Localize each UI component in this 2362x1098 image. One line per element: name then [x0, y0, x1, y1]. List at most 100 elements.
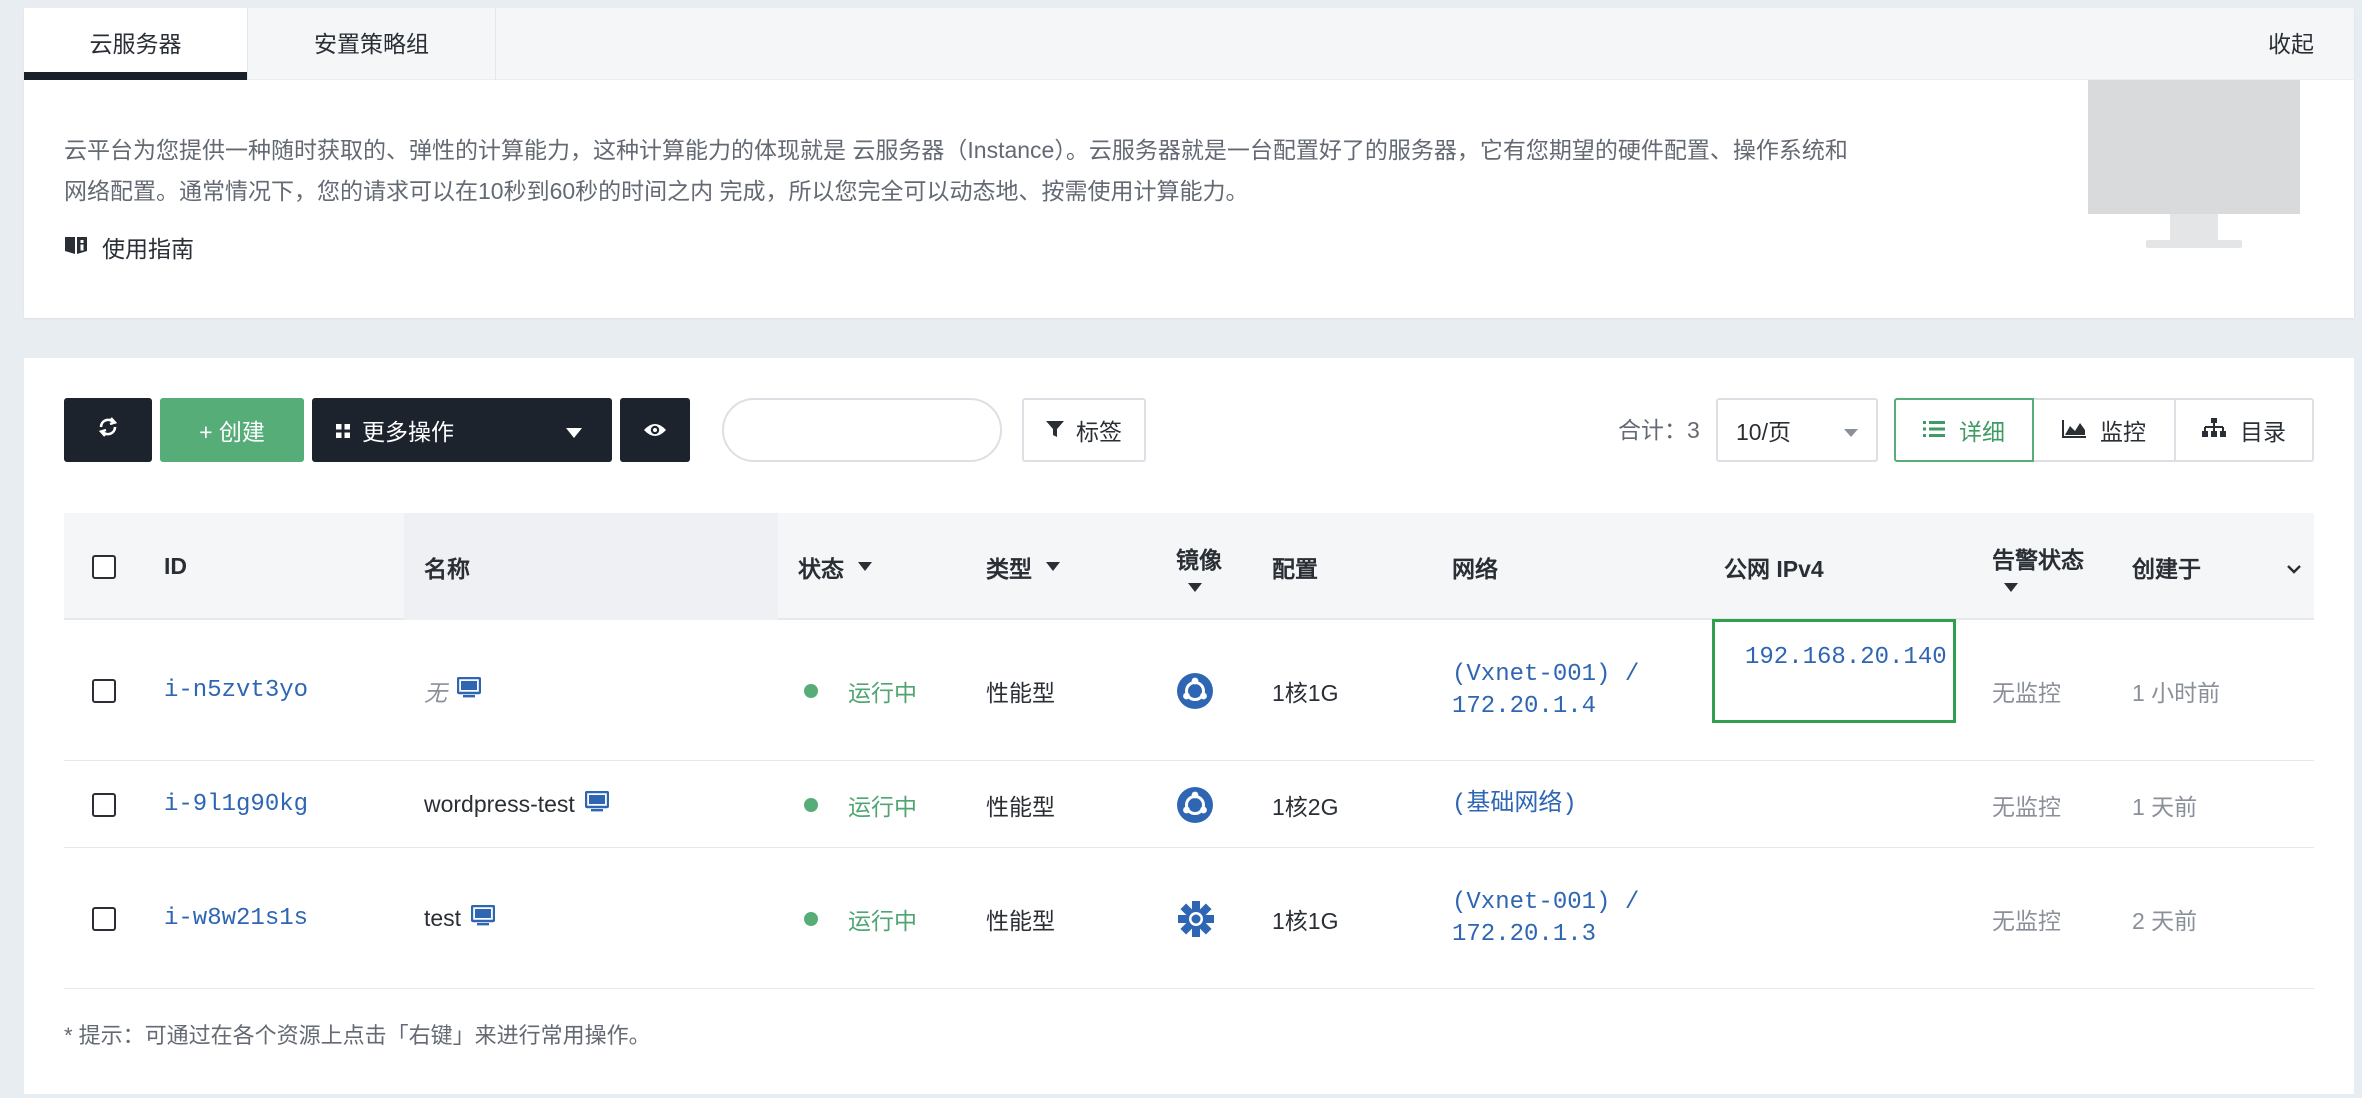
header-alert-status[interactable]: 告警状态 — [1992, 513, 2084, 620]
refresh-icon — [97, 416, 119, 444]
view-directory-label: 目录 — [2240, 419, 2286, 445]
header-id: ID — [164, 553, 187, 579]
context-menu-hint: * 提示：可通过在各个资源上点击「右键」来进行常用操作。 — [64, 1023, 651, 1048]
config-cell: 1核1G — [1272, 679, 1339, 706]
alert-status-cell: 无监控 — [1992, 793, 2061, 820]
filter-icon — [1046, 417, 1064, 444]
console-icon[interactable] — [456, 676, 482, 705]
public-ip-link[interactable]: 192.168.20.140 — [1712, 619, 1956, 723]
header-name[interactable]: 名称 — [404, 513, 778, 620]
intro-panel: 云服务器 安置策略组 收起 云平台为您提供一种随时获取的、弹性的计算能力，这种计… — [24, 8, 2354, 318]
view-monitor-button[interactable]: 监控 — [2032, 398, 2176, 462]
create-button[interactable]: + 创建 — [160, 398, 304, 462]
instance-name: 无 — [424, 679, 447, 706]
tag-filter-button[interactable]: 标签 — [1022, 398, 1146, 462]
instance-id-link[interactable]: i-9l1g90kg — [164, 762, 308, 847]
ubuntu-icon — [1176, 621, 1214, 760]
table-row[interactable]: i-n5zvt3yo 无 运行中 性能型 1核1G (Vxnet-001) / … — [64, 619, 2314, 761]
header-network: 网络 — [1452, 555, 1498, 582]
header-image[interactable]: 镜像 — [1176, 513, 1222, 620]
console-icon[interactable] — [584, 790, 610, 819]
chevron-down-icon — [2286, 553, 2302, 580]
page-size-select[interactable]: 10/页 — [1716, 398, 1878, 462]
page-size-value: 10/页 — [1736, 419, 1791, 445]
column-menu-button[interactable] — [2286, 513, 2302, 620]
header-config: 配置 — [1272, 555, 1318, 582]
alert-status-cell: 无监控 — [1992, 679, 2061, 706]
header-image-label: 镜像 — [1176, 547, 1222, 573]
status-text: 运行中 — [848, 679, 917, 706]
network-line-1: (基础网络) — [1452, 790, 1577, 818]
view-detail-label: 详细 — [1959, 419, 2005, 445]
more-actions-dropdown[interactable]: 更多操作 — [312, 398, 612, 462]
ubuntu-icon — [1176, 762, 1214, 847]
header-alert-label: 告警状态 — [1992, 547, 2084, 573]
intro-description: 云平台为您提供一种随时获取的、弹性的计算能力，这种计算能力的体现就是 云服务器（… — [64, 130, 1984, 212]
chevron-down-icon — [1844, 417, 1858, 444]
row-checkbox-cell — [92, 762, 116, 847]
network-line-1: (Vxnet-001) / — [1452, 888, 1640, 916]
network-link[interactable]: (基础网络) — [1452, 762, 1577, 847]
status-cell: 运行中 — [804, 762, 917, 847]
row-checkbox-cell — [92, 849, 116, 988]
caret-down-icon — [2004, 583, 2018, 592]
user-guide-label: 使用指南 — [102, 236, 194, 262]
network-link[interactable]: (Vxnet-001) / 172.20.1.4 — [1452, 621, 1639, 760]
status-dot-icon — [804, 911, 818, 926]
row-checkbox[interactable] — [92, 792, 116, 817]
table-row[interactable]: i-w8w21s1s test 运行中 性能型 1核1G (Vxnet-001)… — [64, 849, 2314, 989]
header-type-label: 类型 — [986, 555, 1032, 582]
instance-name: wordpress-test — [424, 791, 575, 817]
status-cell: 运行中 — [804, 621, 917, 760]
tab-placement-groups[interactable]: 安置策略组 — [248, 8, 496, 80]
status-dot-icon — [804, 797, 818, 812]
instances-panel: + 创建 更多操作 标签 合计：3 10/页 详细 监控 目录 ID 名称 状态… — [24, 358, 2354, 1094]
select-all-checkbox[interactable] — [92, 554, 116, 579]
instance-name-cell: wordpress-test — [424, 762, 610, 847]
centos-icon — [1176, 849, 1216, 988]
view-switcher: 详细 监控 目录 — [1894, 398, 2314, 462]
type-cell: 性能型 — [986, 907, 1055, 934]
total-count: 合计：3 — [1618, 417, 1700, 443]
instance-id-link[interactable]: i-n5zvt3yo — [164, 621, 308, 760]
network-line-1: (Vxnet-001) / — [1452, 660, 1640, 688]
network-line-2: 172.20.1.3 — [1452, 920, 1597, 948]
eye-icon — [643, 417, 667, 444]
header-status[interactable]: 状态 — [798, 513, 872, 620]
user-guide-link[interactable]: 使用指南 — [64, 230, 194, 264]
book-icon — [64, 234, 88, 261]
network-line-2: 172.20.1.4 — [1452, 692, 1597, 720]
created-cell: 1 小时前 — [2132, 679, 2221, 706]
table-row[interactable]: i-9l1g90kg wordpress-test 运行中 性能型 1核2G (… — [64, 762, 2314, 848]
status-cell: 运行中 — [804, 849, 917, 988]
caret-down-icon — [566, 417, 582, 444]
caret-down-icon — [1188, 583, 1202, 592]
toggle-columns-button[interactable] — [620, 398, 690, 462]
view-monitor-label: 监控 — [2100, 419, 2146, 445]
instance-id-link[interactable]: i-w8w21s1s — [164, 849, 308, 988]
tab-instances[interactable]: 云服务器 — [24, 8, 248, 80]
select-all-cell — [92, 513, 116, 620]
network-link[interactable]: (Vxnet-001) / 172.20.1.3 — [1452, 849, 1639, 988]
list-icon — [1923, 417, 1945, 444]
view-detail-button[interactable]: 详细 — [1894, 398, 2034, 462]
instance-name: test — [424, 905, 462, 931]
row-checkbox-cell — [92, 621, 116, 760]
view-directory-button[interactable]: 目录 — [2174, 398, 2314, 462]
search-input[interactable] — [722, 398, 1002, 462]
header-public-ip: 公网 IPv4 — [1724, 555, 1824, 582]
row-checkbox[interactable] — [92, 678, 116, 703]
tag-filter-label: 标签 — [1076, 419, 1122, 445]
header-created: 创建于 — [2132, 555, 2201, 582]
status-text: 运行中 — [848, 793, 917, 820]
refresh-button[interactable] — [64, 398, 152, 462]
status-dot-icon — [804, 683, 818, 698]
instance-name-cell: test — [424, 849, 496, 988]
grid-icon — [336, 417, 350, 444]
caret-down-icon — [858, 562, 872, 571]
console-icon[interactable] — [470, 904, 496, 933]
header-type[interactable]: 类型 — [986, 513, 1060, 620]
sitemap-icon — [2202, 417, 2226, 444]
row-checkbox[interactable] — [92, 906, 116, 931]
collapse-link[interactable]: 收起 — [2268, 8, 2314, 80]
